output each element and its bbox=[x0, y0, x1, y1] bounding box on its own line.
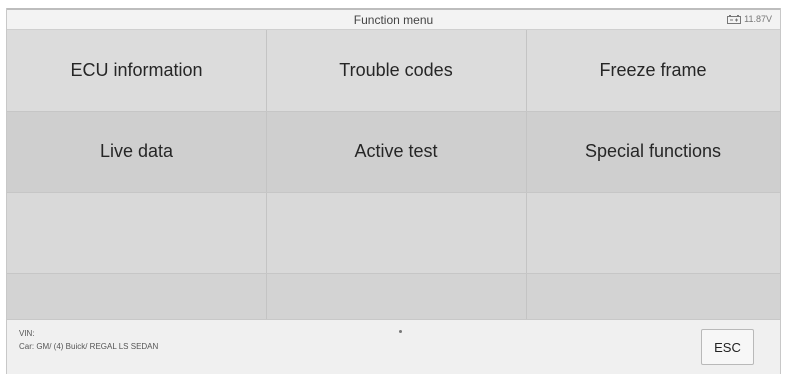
grid-divider bbox=[266, 30, 267, 319]
menu-empty-cell bbox=[526, 192, 780, 273]
menu-freeze-frame[interactable]: Freeze frame bbox=[526, 30, 780, 111]
vin-label: VIN: bbox=[19, 329, 35, 338]
menu-special-functions[interactable]: Special functions bbox=[526, 111, 780, 192]
page-title: Function menu bbox=[353, 13, 434, 27]
status-footer: VIN: Car: GM/ (4) Buick/ REGAL LS SEDAN … bbox=[7, 319, 780, 374]
grid-divider bbox=[7, 111, 780, 112]
battery-status: 11.87V bbox=[727, 14, 772, 24]
esc-button[interactable]: ESC bbox=[701, 329, 754, 365]
menu-empty-cell bbox=[266, 192, 526, 273]
function-grid: ECU information Trouble codes Freeze fra… bbox=[7, 30, 780, 319]
menu-empty-cell bbox=[7, 273, 266, 319]
page-indicator-dot bbox=[399, 330, 402, 333]
app-window: Function menu 11.87V ECU information Tro… bbox=[6, 8, 781, 374]
menu-empty-cell bbox=[526, 273, 780, 319]
title-bar: Function menu 11.87V bbox=[7, 8, 780, 30]
menu-ecu-information[interactable]: ECU information bbox=[7, 30, 266, 111]
battery-icon bbox=[727, 14, 742, 24]
menu-empty-cell bbox=[7, 192, 266, 273]
grid-divider bbox=[7, 192, 780, 193]
menu-trouble-codes[interactable]: Trouble codes bbox=[266, 30, 526, 111]
car-info: Car: GM/ (4) Buick/ REGAL LS SEDAN bbox=[19, 342, 159, 351]
menu-empty-cell bbox=[266, 273, 526, 319]
grid-divider bbox=[526, 30, 527, 319]
battery-voltage: 11.87V bbox=[744, 14, 772, 24]
menu-live-data[interactable]: Live data bbox=[7, 111, 266, 192]
grid-divider bbox=[7, 273, 780, 274]
menu-active-test[interactable]: Active test bbox=[266, 111, 526, 192]
